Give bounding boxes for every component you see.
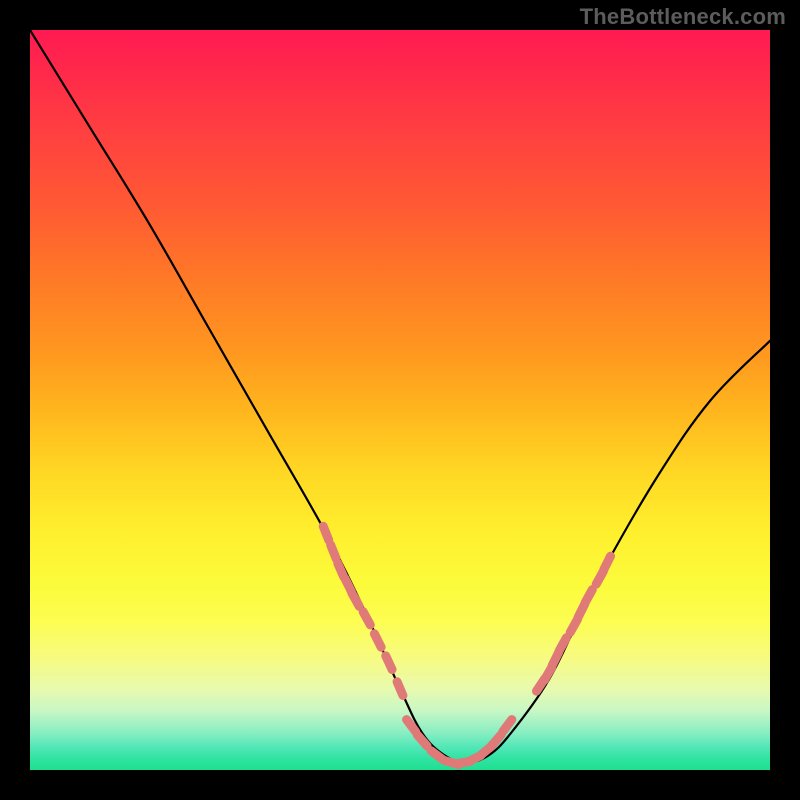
marker-dash bbox=[397, 682, 403, 696]
marker-dash bbox=[363, 612, 370, 625]
marker-dash bbox=[585, 590, 592, 603]
marker-dash bbox=[386, 656, 392, 670]
curve-svg bbox=[30, 30, 770, 770]
curve-line-group bbox=[30, 30, 770, 763]
marker-dash bbox=[331, 545, 337, 559]
marker-dash bbox=[352, 593, 359, 606]
marker-dash bbox=[374, 634, 381, 647]
marker-dash bbox=[604, 556, 611, 569]
marker-dash bbox=[323, 526, 329, 540]
watermark-text: TheBottleneck.com bbox=[580, 4, 786, 30]
bottleneck-curve bbox=[30, 30, 770, 763]
chart-frame: TheBottleneck.com bbox=[0, 0, 800, 800]
marker-dash bbox=[491, 735, 501, 746]
marker-dash bbox=[503, 720, 512, 732]
marker-dash bbox=[559, 638, 566, 651]
marker-dash bbox=[407, 720, 416, 732]
plot-area bbox=[30, 30, 770, 770]
